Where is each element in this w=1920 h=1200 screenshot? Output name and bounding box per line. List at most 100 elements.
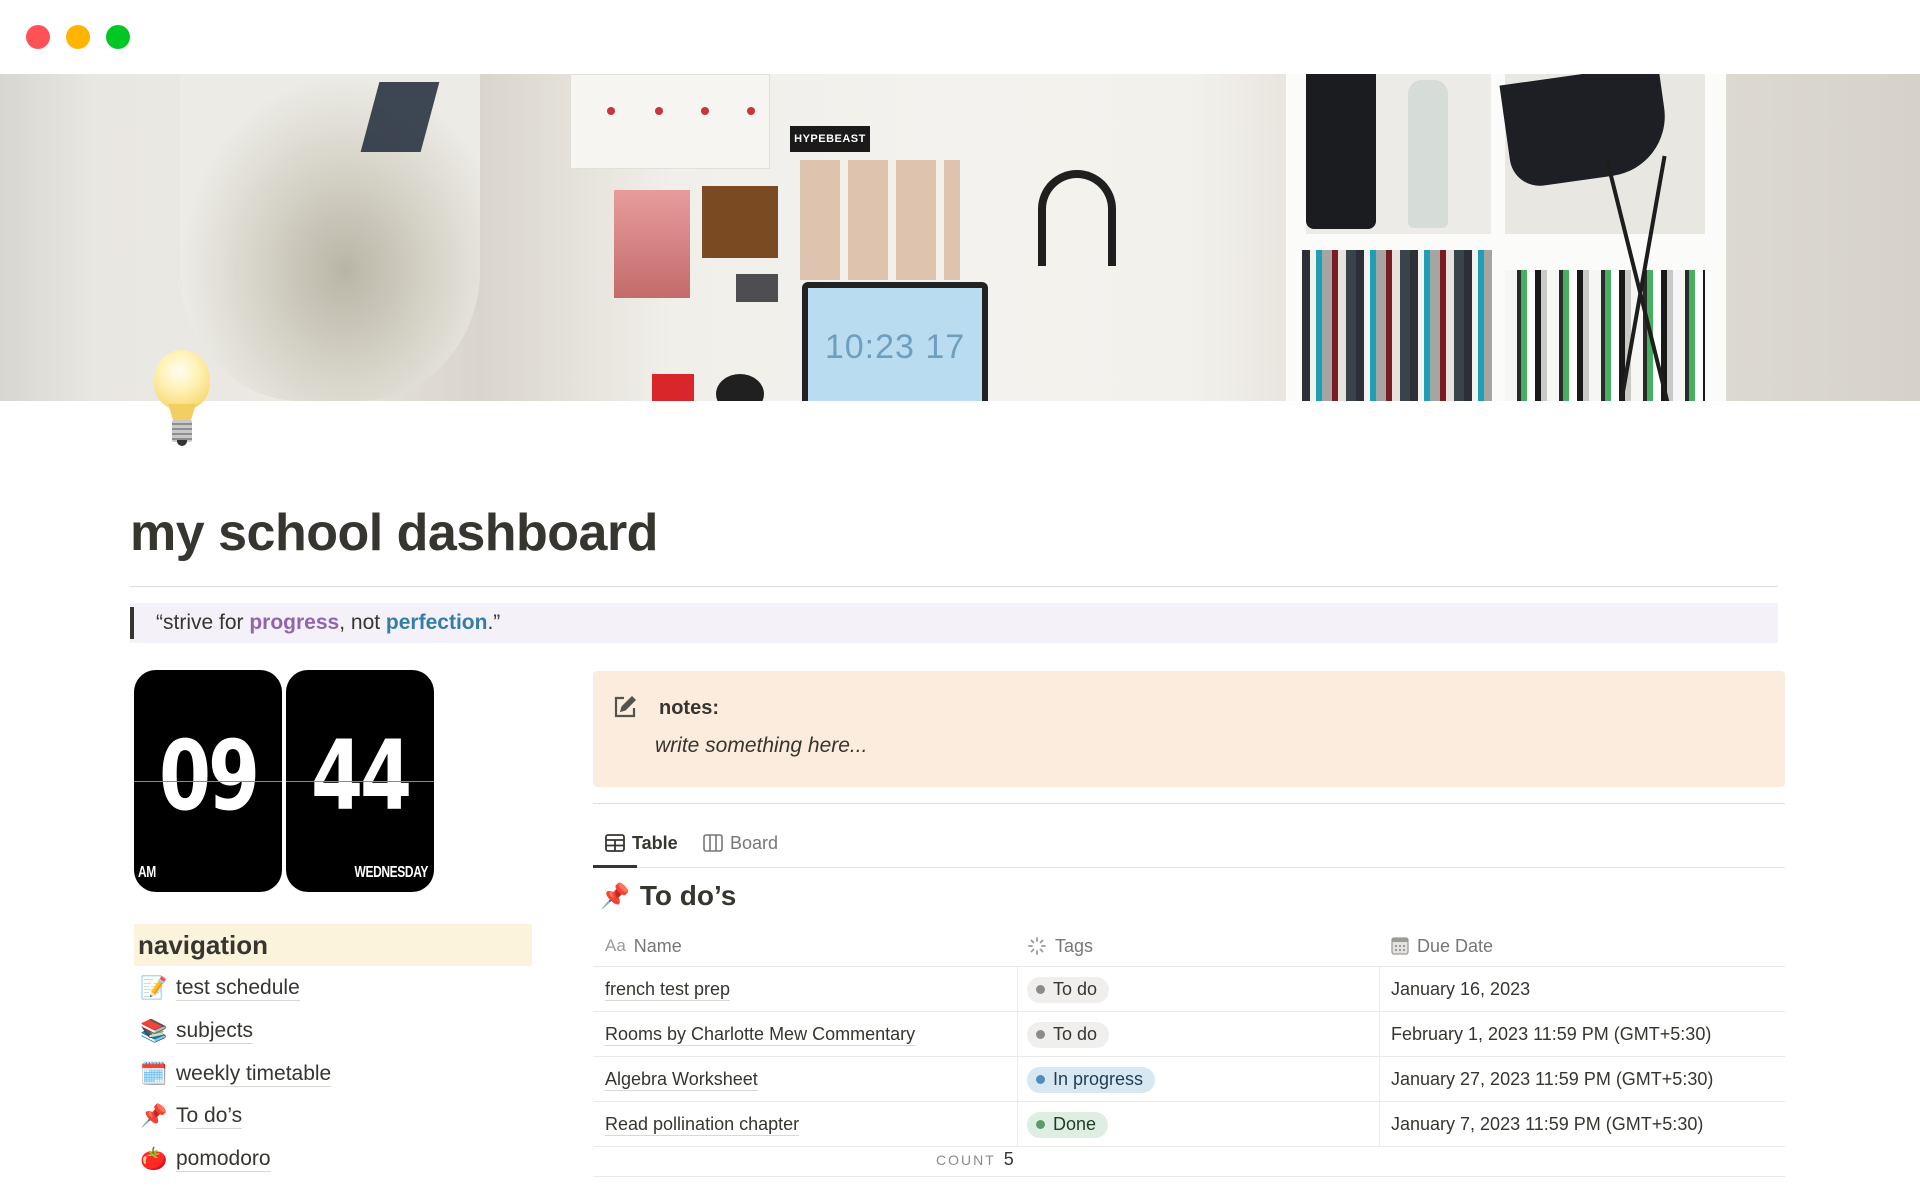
text-property-icon: Aa — [605, 936, 626, 955]
quote-middle: , not — [339, 611, 386, 634]
nav-item-label[interactable]: To do’s — [176, 1104, 243, 1129]
tab-label: Table — [632, 832, 678, 853]
cover-grey-card — [736, 274, 778, 302]
navigation-heading: navigation — [134, 924, 532, 966]
flip-split-line — [286, 781, 434, 782]
divider — [130, 586, 1778, 587]
quote-text: “strive for progress, not perfection.” — [156, 611, 500, 635]
column-divider — [1379, 1057, 1380, 1101]
row-name[interactable]: Algebra Worksheet — [605, 1068, 758, 1091]
row-name[interactable]: french test prep — [605, 978, 731, 1001]
flip-split-line — [134, 781, 282, 782]
bulb-base — [172, 420, 192, 442]
todos-table: Aa Name Tags Due Date french test prep T… — [593, 925, 1785, 1177]
table-count[interactable]: COUNT 5 — [936, 1149, 1014, 1170]
status-dot — [1036, 1120, 1045, 1129]
column-label: Due Date — [1417, 935, 1494, 956]
page-title[interactable]: my school dashboard — [130, 503, 658, 563]
column-header-name[interactable]: Aa Name — [605, 925, 682, 967]
row-name[interactable]: Rooms by Charlotte Mew Commentary — [605, 1023, 916, 1046]
nav-item-todos[interactable]: 📌 To do’s — [140, 1098, 243, 1134]
calendar-icon: 🗓️ — [140, 1061, 168, 1086]
cover-hypebeast-sticker: HYPEBEAST — [790, 126, 870, 152]
cell-name[interactable]: Rooms by Charlotte Mew Commentary — [605, 1012, 916, 1057]
tab-table[interactable]: Table — [605, 826, 678, 860]
column-divider — [1017, 1057, 1018, 1101]
quote-prefix: “strive for — [156, 611, 250, 634]
bulb-tip — [177, 440, 187, 446]
callout-title: notes: — [659, 697, 719, 719]
cover-laptop-clock: 10:23 17 — [808, 288, 982, 401]
nav-item-label[interactable]: subjects — [176, 1019, 254, 1044]
board-icon — [703, 834, 723, 852]
nav-item-label[interactable]: test schedule — [176, 976, 300, 1001]
status-tag-label: To do — [1053, 1024, 1098, 1044]
quote-bar — [130, 607, 134, 639]
cover-banknotes — [800, 160, 960, 280]
nav-item-label[interactable]: weekly timetable — [176, 1062, 332, 1087]
column-divider — [1017, 1012, 1018, 1056]
cover-dark-bottle — [1306, 74, 1376, 229]
clock-minutes-card: 44 WEDNESDAY — [286, 670, 434, 892]
nav-item-label[interactable]: pomodoro — [176, 1147, 271, 1172]
quote-highlight-progress: progress — [249, 611, 340, 634]
edit-note-icon — [614, 695, 637, 718]
cell-due-date[interactable]: February 1, 2023 11:59 PM (GMT+5:30) — [1391, 1012, 1711, 1057]
status-dot — [1036, 985, 1045, 994]
database-title[interactable]: 📌 To do’s — [600, 880, 736, 912]
tab-board[interactable]: Board — [703, 826, 778, 860]
nav-item-weekly-timetable[interactable]: 🗓️ weekly timetable — [140, 1056, 332, 1092]
cell-due-date[interactable]: January 16, 2023 — [1391, 967, 1530, 1012]
nav-item-subjects[interactable]: 📚 subjects — [140, 1013, 254, 1049]
cell-name[interactable]: Algebra Worksheet — [605, 1057, 758, 1102]
table-icon — [605, 834, 625, 852]
table-row[interactable]: Rooms by Charlotte Mew Commentary To do … — [593, 1012, 1785, 1057]
cell-tags[interactable]: In progress — [1027, 1057, 1156, 1102]
count-value: 5 — [1003, 1149, 1014, 1169]
nav-item-test-schedule[interactable]: 📝 test schedule — [140, 970, 300, 1006]
column-divider — [1379, 967, 1380, 1011]
table-row[interactable]: Read pollination chapter Done January 7,… — [593, 1102, 1785, 1147]
cover-headphones — [1038, 170, 1116, 266]
cell-due-date[interactable]: January 27, 2023 11:59 PM (GMT+5:30) — [1391, 1057, 1713, 1102]
active-tab-indicator — [593, 865, 637, 868]
pushpin-icon: 📌 — [600, 882, 630, 910]
cover-surfboard — [180, 74, 480, 401]
table-body: french test prep To do January 16, 2023 … — [593, 967, 1785, 1177]
view-tabs: Table Board — [593, 818, 1785, 868]
cover-books — [1505, 270, 1705, 401]
cell-tags[interactable]: To do — [1027, 967, 1110, 1012]
memo-icon: 📝 — [140, 975, 168, 1000]
zoom-window-button[interactable] — [106, 25, 130, 49]
table-row[interactable]: Algebra Worksheet In progress January 27… — [593, 1057, 1785, 1102]
minimize-window-button[interactable] — [66, 25, 90, 49]
cell-name[interactable]: Read pollination chapter — [605, 1102, 800, 1147]
cell-tags[interactable]: To do — [1027, 1012, 1110, 1057]
column-divider — [1379, 1012, 1380, 1056]
column-header-tags[interactable]: Tags — [1027, 925, 1093, 967]
bulb-glass — [154, 350, 210, 410]
table-row[interactable]: french test prep To do January 16, 2023 — [593, 967, 1785, 1012]
column-label: Name — [633, 935, 682, 956]
column-divider — [1017, 1102, 1018, 1146]
status-icon — [1028, 937, 1046, 955]
close-window-button[interactable] — [26, 25, 50, 49]
column-label: Tags — [1055, 935, 1094, 956]
calendar-icon — [1391, 937, 1409, 955]
status-tag-label: Done — [1053, 1114, 1097, 1134]
cell-tags[interactable]: Done — [1027, 1102, 1109, 1147]
cell-due-date[interactable]: January 7, 2023 11:59 PM (GMT+5:30) — [1391, 1102, 1703, 1147]
status-tag: In progress — [1027, 1066, 1156, 1093]
cover-red-object — [652, 374, 694, 401]
column-header-due-date[interactable]: Due Date — [1391, 925, 1493, 967]
pushpin-link-icon: 📌 — [140, 1103, 168, 1128]
callout-body[interactable]: write something here... — [655, 734, 867, 758]
quote-block[interactable]: “strive for progress, not perfection.” — [130, 603, 1778, 643]
cell-name[interactable]: french test prep — [605, 967, 731, 1012]
books-icon: 📚 — [140, 1018, 168, 1043]
notes-callout[interactable]: notes: write something here... — [593, 671, 1785, 787]
cover-wood-opener — [702, 186, 778, 258]
cover-glass-bottle — [1408, 80, 1448, 228]
nav-item-pomodoro[interactable]: 🍅 pomodoro — [140, 1141, 271, 1177]
row-name[interactable]: Read pollination chapter — [605, 1113, 800, 1136]
